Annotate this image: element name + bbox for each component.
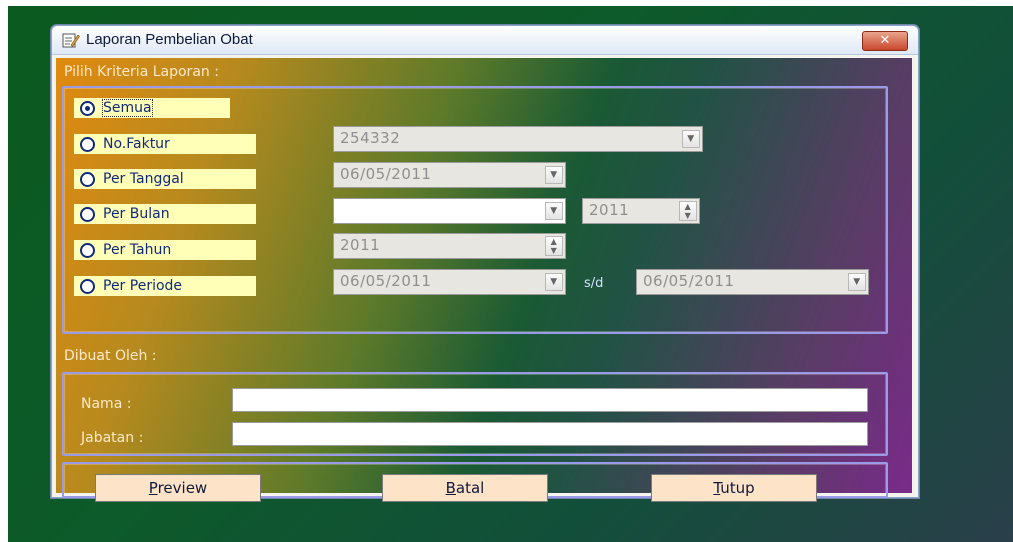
tutup-label-rest: utup — [720, 479, 755, 497]
created-by-section-label: Dibuat Oleh : — [64, 348, 157, 364]
bulan-year-spinner[interactable]: 2011 ▲ ▼ — [582, 198, 700, 224]
chevron-down-icon[interactable]: ▼ — [682, 130, 700, 148]
laporan-dialog: Laporan Pembelian Obat ✕ Pilih Kriteria … — [51, 25, 919, 502]
radio-per-periode-label: Per Periode — [103, 278, 183, 294]
chevron-down-icon[interactable]: ▼ — [545, 202, 563, 220]
radio-indicator — [80, 242, 95, 258]
radio-semua[interactable]: Semua — [74, 98, 230, 118]
radio-semua-label: Semua — [102, 99, 153, 117]
tanggal-date-picker[interactable]: 06/05/2011 ▼ — [333, 162, 566, 188]
radio-indicator — [80, 100, 95, 116]
radio-per-periode[interactable]: Per Periode — [74, 276, 256, 296]
preview-label-rest: review — [157, 479, 208, 497]
radio-per-tanggal[interactable]: Per Tanggal — [74, 169, 256, 189]
radio-indicator — [80, 278, 95, 294]
radio-indicator — [80, 136, 95, 152]
chevron-down-icon[interactable]: ▼ — [545, 166, 563, 184]
radio-indicator — [80, 171, 95, 187]
radio-per-tanggal-label: Per Tanggal — [103, 171, 184, 187]
nama-label: Nama : — [81, 396, 132, 412]
nama-input[interactable] — [232, 388, 868, 412]
spinner-arrows-icon[interactable]: ▲ ▼ — [545, 236, 563, 256]
radio-no-faktur-label: No.Faktur — [103, 136, 170, 152]
periode-to-value: 06/05/2011 — [643, 272, 735, 290]
radio-per-bulan-label: Per Bulan — [103, 206, 170, 222]
periode-from-value: 06/05/2011 — [340, 272, 432, 290]
criteria-section-label: Pilih Kriteria Laporan : — [64, 64, 219, 80]
radio-per-bulan[interactable]: Per Bulan — [74, 204, 256, 224]
chevron-down-icon[interactable]: ▼ — [545, 273, 563, 291]
batal-label-rest: atal — [455, 479, 485, 497]
preview-mnemonic: P — [148, 479, 158, 497]
spinner-arrows-icon[interactable]: ▲ ▼ — [679, 201, 697, 221]
tahun-spinner[interactable]: 2011 ▲ ▼ — [333, 233, 566, 259]
tahun-value: 2011 — [340, 236, 381, 254]
no-faktur-value: 254332 — [340, 129, 401, 147]
chevron-down-icon[interactable]: ▼ — [848, 273, 866, 291]
jabatan-input[interactable] — [232, 422, 868, 446]
tutup-button[interactable]: Tutup — [651, 474, 817, 502]
periode-separator: s/d — [584, 276, 604, 291]
jabatan-label: Jabatan : — [81, 430, 144, 446]
window-title: Laporan Pembelian Obat — [86, 31, 253, 48]
radio-per-tahun[interactable]: Per Tahun — [74, 240, 256, 260]
close-button[interactable]: ✕ — [862, 31, 908, 51]
tanggal-value: 06/05/2011 — [340, 165, 432, 183]
close-icon: ✕ — [879, 33, 891, 48]
periode-to-date-picker[interactable]: 06/05/2011 ▼ — [636, 269, 869, 295]
bulan-year-value: 2011 — [589, 201, 630, 219]
title-bar[interactable]: Laporan Pembelian Obat ✕ — [52, 26, 918, 55]
batal-mnemonic: B — [445, 479, 456, 497]
periode-from-date-picker[interactable]: 06/05/2011 ▼ — [333, 269, 566, 295]
radio-indicator — [80, 206, 95, 222]
report-pencil-icon — [62, 33, 80, 48]
batal-button[interactable]: Batal — [382, 474, 548, 502]
radio-per-tahun-label: Per Tahun — [103, 242, 172, 258]
no-faktur-combo[interactable]: 254332 ▼ — [333, 126, 703, 152]
preview-button[interactable]: Preview — [95, 474, 261, 502]
bulan-combo[interactable]: ▼ — [333, 198, 566, 224]
dialog-body: Pilih Kriteria Laporan : Semua No.Faktur… — [56, 58, 912, 502]
radio-no-faktur[interactable]: No.Faktur — [74, 134, 256, 154]
